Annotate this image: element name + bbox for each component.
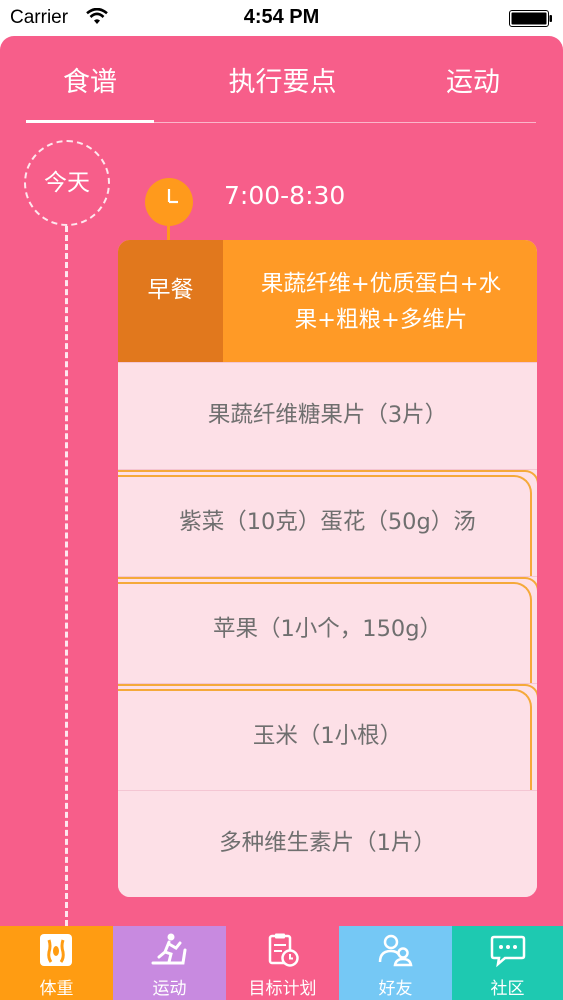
food-item[interactable]: 多种维生素片（1片） — [118, 790, 537, 897]
nav-goal-plan[interactable]: 目标计划 — [226, 926, 339, 1000]
meal-card: 早餐 果蔬纤维+优质蛋白+水 果+粗粮+多维片 果蔬纤维糖果片（3片） 紫菜（1… — [118, 240, 537, 897]
nav-friends[interactable]: 好友 — [339, 926, 452, 1000]
friends-icon — [378, 934, 413, 967]
meal-summary-line-1: 果蔬纤维+优质蛋白+水 — [260, 271, 502, 297]
battery-icon — [509, 10, 552, 27]
food-item-text: 玉米（1小根） — [252, 723, 403, 749]
active-tab-indicator — [26, 120, 154, 123]
nav-weight-label: 体重 — [39, 979, 74, 999]
nav-weight[interactable]: 体重 — [0, 926, 113, 1000]
food-item[interactable]: 果蔬纤维糖果片（3片） — [118, 362, 537, 469]
chat-icon — [490, 935, 526, 968]
weight-icon — [40, 934, 72, 966]
clock-connector — [167, 226, 170, 240]
tab-exercise[interactable]: 运动 — [410, 60, 536, 100]
food-item[interactable]: 苹果（1小个，150g） — [118, 576, 537, 686]
meal-time: 7:00-8:30 — [224, 181, 346, 210]
nav-community-label: 社区 — [490, 979, 525, 999]
status-bar: Carrier 4:54 PM — [0, 0, 563, 36]
meal-summary: 果蔬纤维+优质蛋白+水 果+粗粮+多维片 — [236, 266, 526, 338]
timeline-line — [65, 226, 68, 926]
meal-card-header: 早餐 果蔬纤维+优质蛋白+水 果+粗粮+多维片 — [118, 240, 537, 362]
food-item-text: 果蔬纤维糖果片（3片） — [207, 402, 448, 428]
food-item-text: 紫菜（10克）蛋花（50g）汤 — [179, 509, 476, 535]
nav-community[interactable]: 社区 — [452, 926, 563, 1000]
meal-summary-line-2: 果+粗粮+多维片 — [294, 307, 468, 333]
food-item-text: 多种维生素片（1片） — [219, 830, 436, 856]
treadmill-icon — [151, 933, 187, 965]
food-item[interactable]: 紫菜（10克）蛋花（50g）汤 — [118, 469, 537, 579]
meal-label-box: 早餐 — [118, 240, 223, 362]
tab-key-points[interactable]: 执行要点 — [200, 60, 365, 100]
nav-goal-plan-label: 目标计划 — [248, 979, 317, 999]
clock-icon — [145, 178, 193, 226]
food-item-text: 苹果（1小个，150g） — [212, 616, 443, 642]
bottom-nav: 体重 运动 目标计划 好友 社区 — [0, 926, 563, 1000]
clipboard-clock-icon — [268, 933, 299, 967]
food-item[interactable]: 玉米（1小根） — [118, 683, 537, 793]
tab-recipe[interactable]: 食谱 — [26, 60, 154, 100]
recipe-panel: 食谱 执行要点 运动 今天 7:00-8:30 早餐 果蔬纤维+优质蛋白+水 果… — [0, 36, 563, 926]
today-marker: 今天 — [24, 140, 110, 226]
nav-exercise[interactable]: 运动 — [113, 926, 226, 1000]
status-time: 4:54 PM — [243, 6, 320, 28]
nav-friends-label: 好友 — [378, 979, 413, 999]
meal-label: 早餐 — [147, 277, 194, 303]
nav-exercise-label: 运动 — [152, 979, 187, 999]
tab-bar: 食谱 执行要点 运动 — [0, 36, 563, 126]
